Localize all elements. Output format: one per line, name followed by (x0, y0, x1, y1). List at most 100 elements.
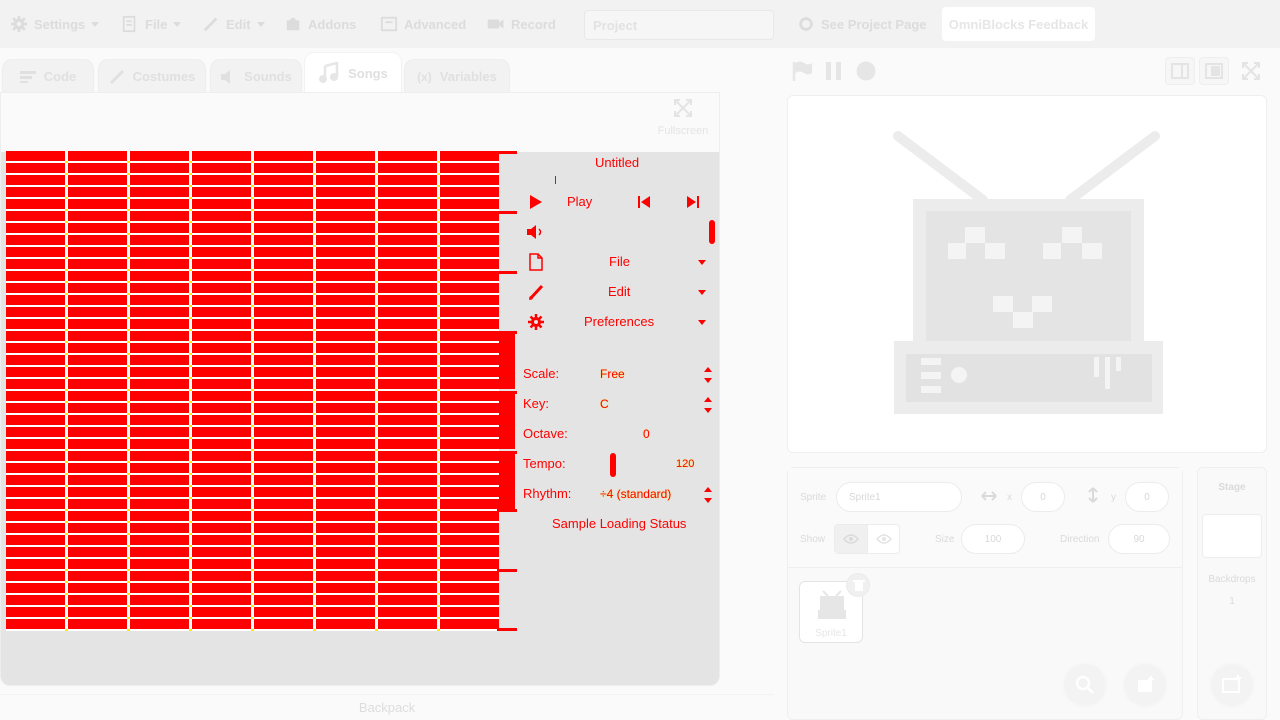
tab-sounds[interactable]: Sounds (210, 59, 302, 93)
grid-column[interactable] (254, 151, 313, 631)
octave-input[interactable]: 0 (643, 427, 650, 441)
sprite-info: Sprite Sprite1 x 0 y 0 Show Size 100 Dir… (788, 468, 1182, 568)
note-grid[interactable] (6, 151, 499, 631)
rhythm-select[interactable]: ÷4 (standard) (600, 487, 671, 501)
grid-column[interactable] (378, 151, 437, 631)
record-menu[interactable]: Record (487, 0, 556, 48)
add-sprite-icon (1138, 676, 1154, 692)
x-input[interactable]: 0 (1021, 482, 1065, 512)
large-stage-button[interactable] (1199, 57, 1229, 85)
grid-column[interactable] (192, 151, 251, 631)
sprite-name-input[interactable]: Sprite1 (836, 482, 962, 512)
puzzle-icon (286, 17, 300, 31)
octave-marker (497, 569, 517, 572)
visibility-toggle (834, 524, 900, 554)
file-dropdown[interactable]: File (609, 254, 630, 269)
fullscreen-button[interactable]: Fullscreen (651, 99, 715, 137)
direction-input[interactable]: 90 (1108, 524, 1170, 554)
search-icon (1075, 675, 1094, 694)
tab-songs[interactable]: Songs (304, 52, 402, 93)
green-flag-icon[interactable] (791, 60, 813, 82)
backpack[interactable]: Backpack (0, 694, 774, 720)
x-arrows-icon (981, 491, 997, 501)
play-button[interactable]: Play (567, 194, 592, 209)
grid-column[interactable] (6, 151, 65, 631)
sample-loading-status: Sample Loading Status (552, 516, 687, 531)
chevron-down-icon[interactable] (698, 290, 706, 295)
fullscreen-icon (674, 99, 692, 117)
scale-label: Scale: (523, 366, 560, 381)
y-label: y (1111, 492, 1116, 503)
project-title-input[interactable] (584, 10, 774, 40)
pencil-icon (203, 17, 218, 32)
file-label: File (145, 16, 168, 32)
octave-marker (497, 151, 517, 154)
size-input[interactable]: 100 (961, 524, 1025, 554)
advanced-menu[interactable]: Advanced (380, 0, 466, 48)
choose-sprite-button[interactable] (1125, 665, 1165, 705)
key-select[interactable]: C (600, 397, 609, 411)
song-title[interactable]: Untitled (595, 155, 639, 170)
key-select-arrows[interactable] (704, 397, 712, 413)
settings-label: Settings (34, 16, 86, 32)
grid-column[interactable] (130, 151, 189, 631)
search-button[interactable] (1065, 665, 1105, 705)
y-input[interactable]: 0 (1125, 482, 1169, 512)
edit-dropdown[interactable]: Edit (608, 284, 630, 299)
stage[interactable] (787, 95, 1267, 453)
y-arrows-icon (1088, 487, 1098, 503)
backdrops-label: Backdrops (1208, 574, 1256, 585)
sprite-label: Sprite (800, 492, 827, 503)
pause-icon[interactable] (823, 60, 845, 82)
gear-icon (10, 15, 28, 33)
play-icon[interactable] (529, 194, 543, 210)
tab-variables[interactable]: (x) Variables (404, 59, 510, 93)
delete-sprite-button[interactable] (846, 573, 870, 597)
record-label: Record (511, 16, 556, 32)
x-label: x (1007, 492, 1012, 503)
tab-costumes[interactable]: Costumes (98, 59, 206, 93)
small-stage-button[interactable] (1165, 57, 1195, 85)
music-note-icon (319, 62, 339, 83)
stop-icon[interactable] (855, 60, 877, 82)
skip-back-icon[interactable] (637, 195, 651, 209)
feedback-button[interactable]: OmniBlocks Feedback (942, 7, 1095, 41)
octave-marker (497, 391, 517, 394)
choose-backdrop-button[interactable] (1212, 665, 1252, 705)
octave-scrollbar-segment[interactable] (499, 334, 515, 389)
tab-code[interactable]: Code (2, 59, 94, 93)
octave-marker (497, 271, 517, 274)
grid-column[interactable] (316, 151, 375, 631)
octave-scrollbar-segment[interactable] (499, 454, 515, 509)
key-label: Key: (523, 396, 550, 411)
volume-slider-thumb[interactable] (709, 220, 715, 244)
text-cursor (555, 176, 556, 184)
small-stage-icon (1171, 63, 1189, 79)
see-project-page-button[interactable]: See Project Page (797, 0, 927, 48)
edit-menu[interactable]: Edit (202, 0, 265, 48)
octave-scrollbar-segment[interactable] (499, 394, 515, 449)
hide-button[interactable] (868, 525, 900, 553)
addons-menu[interactable]: Addons (284, 0, 356, 48)
grid-column[interactable] (440, 151, 499, 631)
file-menu[interactable]: File (121, 0, 182, 48)
scale-select-arrows[interactable] (704, 367, 712, 383)
chevron-down-icon[interactable] (698, 320, 706, 325)
settings-menu[interactable]: Settings (10, 0, 100, 48)
backdrop-thumbnail[interactable] (1202, 514, 1262, 558)
show-button[interactable] (835, 525, 868, 553)
grid-column[interactable] (68, 151, 127, 631)
scale-select[interactable]: Free (600, 367, 625, 381)
variable-icon: (x) (417, 69, 432, 84)
skip-forward-icon[interactable] (686, 195, 700, 209)
large-stage-icon (1205, 63, 1223, 79)
remix-icon (799, 17, 813, 31)
tab-songs-label: Songs (348, 65, 388, 81)
rhythm-select-arrows[interactable] (704, 487, 712, 503)
show-label: Show (800, 534, 826, 545)
tab-code-label: Code (43, 69, 77, 84)
preferences-dropdown[interactable]: Preferences (584, 314, 654, 329)
chevron-down-icon[interactable] (698, 260, 706, 265)
tempo-slider-thumb[interactable] (610, 453, 616, 477)
fullscreen-icon[interactable] (1241, 61, 1261, 81)
